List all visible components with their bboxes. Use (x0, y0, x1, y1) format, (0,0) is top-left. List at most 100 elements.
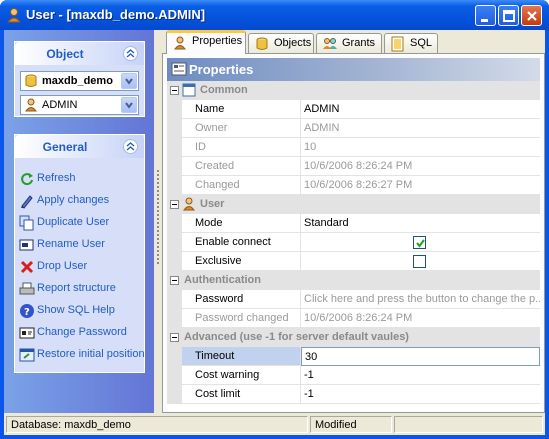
tab-sql[interactable]: SQL (384, 33, 438, 53)
category-common[interactable]: Common (167, 81, 540, 100)
general-group-title: General (42, 140, 88, 154)
restore-initial-position-label: Restore initial position (37, 348, 145, 360)
collapse-chevron-icon[interactable] (123, 46, 138, 61)
tab-objects-label: Objects (274, 37, 312, 49)
property-name: Mode (182, 214, 301, 233)
property-value: 10 (301, 138, 540, 157)
user-icon (6, 8, 22, 23)
checkmark-icon (416, 239, 425, 248)
category-advanced[interactable]: Advanced (use -1 for server default vaul… (167, 328, 540, 347)
close-button[interactable] (521, 5, 542, 26)
database-icon (25, 74, 37, 87)
help-icon: ? (20, 304, 34, 318)
status-database: Database: maxdb_demo (6, 416, 308, 433)
properties-user-icon (174, 36, 186, 50)
category-advanced-label: Advanced (use -1 for server default vaul… (184, 331, 409, 343)
category-user-label: User (200, 198, 225, 210)
category-user[interactable]: User (167, 195, 540, 214)
general-group-header[interactable]: General (15, 135, 144, 158)
collapse-toggle-icon[interactable] (170, 276, 179, 285)
property-value[interactable]: -1 (301, 366, 540, 385)
duplicate-user-label: Duplicate User (37, 216, 110, 228)
tab-properties[interactable]: Properties (166, 30, 246, 54)
object-group-title: Object (46, 47, 84, 61)
category-common-label: Common (200, 84, 248, 96)
property-name: ID (182, 138, 301, 157)
window-title: User - [maxdb_demo.ADMIN] (26, 7, 206, 22)
maximize-button[interactable] (498, 5, 519, 26)
drop-user-label: Drop User (37, 260, 88, 272)
property-value[interactable]: -1 (301, 385, 540, 404)
property-row: ID 10 (167, 138, 540, 157)
property-name: Password (182, 290, 301, 309)
window-client-area: Object maxdb_demo ADMIN General Refresh … (4, 30, 545, 435)
apply-changes-label: Apply changes (37, 194, 110, 206)
property-row[interactable]: Exclusive (167, 252, 540, 271)
title-bar[interactable]: User - [maxdb_demo.ADMIN] (0, 0, 549, 30)
dropdown-arrow-icon[interactable] (121, 73, 137, 89)
exclusive-checkbox[interactable] (413, 255, 426, 268)
property-name: Created (182, 157, 301, 176)
change-password-icon (19, 327, 35, 339)
minimize-button[interactable] (475, 5, 496, 26)
property-value[interactable]: ADMIN (301, 100, 540, 119)
property-row[interactable]: Mode Standard (167, 214, 540, 233)
category-authentication-label: Authentication (184, 274, 261, 286)
tab-strip: Properties Objects Grants SQL (162, 30, 545, 54)
duplicate-user-icon (19, 215, 34, 231)
tab-objects[interactable]: Objects (248, 33, 314, 53)
property-value[interactable]: Standard (301, 214, 540, 233)
property-row: Owner ADMIN (167, 119, 540, 138)
enable-connect-checkbox[interactable] (413, 236, 426, 249)
rename-user-icon (19, 239, 34, 251)
property-value: ADMIN (301, 119, 540, 138)
timeout-input[interactable]: 30 (301, 347, 540, 366)
status-state: Modified (310, 416, 392, 433)
object-group-header[interactable]: Object (15, 42, 144, 65)
property-name: Name (182, 100, 301, 119)
drop-user-icon (20, 260, 34, 274)
report-structure-icon (19, 282, 35, 295)
rename-user-label: Rename User (37, 238, 105, 250)
property-row[interactable]: Cost warning -1 (167, 366, 540, 385)
tab-sql-label: SQL (410, 37, 433, 49)
properties-header-title: Properties (189, 62, 254, 77)
user-category-icon (183, 197, 195, 211)
show-sql-help-label: Show SQL Help (37, 304, 115, 316)
collapse-chevron-icon[interactable] (123, 139, 138, 154)
property-row: Changed 10/6/2006 8:26:27 PM (167, 176, 540, 195)
property-row: Created 10/6/2006 8:26:24 PM (167, 157, 540, 176)
database-combo[interactable]: maxdb_demo (20, 71, 139, 91)
property-value (301, 252, 540, 271)
apply-changes-icon (21, 195, 33, 209)
collapse-toggle-icon[interactable] (170, 86, 179, 95)
property-name: Timeout (182, 347, 301, 366)
collapse-toggle-icon[interactable] (170, 200, 179, 209)
property-value: 10/6/2006 8:26:27 PM (301, 176, 540, 195)
password-value[interactable]: Click here and press the button to chang… (301, 290, 540, 309)
user-editor-window: User - [maxdb_demo.ADMIN] Object maxdb_d… (0, 0, 549, 439)
database-combo-value: maxdb_demo (42, 75, 113, 87)
tab-grants[interactable]: Grants (316, 33, 382, 53)
change-password-label: Change Password (37, 326, 127, 338)
properties-header: Properties (167, 58, 540, 81)
properties-tab-page: Properties Common Name ADMIN Owner ADMIN… (162, 53, 545, 413)
property-row[interactable]: Password Click here and press the button… (167, 290, 540, 309)
minimize-icon (481, 19, 488, 22)
tab-grants-label: Grants (342, 37, 376, 49)
property-row[interactable]: Cost limit -1 (167, 385, 540, 404)
refresh-label: Refresh (37, 172, 76, 184)
property-grid: Common Name ADMIN Owner ADMIN ID 10 Crea… (167, 81, 540, 411)
user-combo[interactable]: ADMIN (20, 95, 139, 115)
pane-splitter[interactable] (154, 30, 162, 413)
collapse-toggle-icon[interactable] (170, 333, 179, 342)
refresh-icon (21, 173, 33, 186)
property-row[interactable]: Name ADMIN (167, 100, 540, 119)
objects-icon (256, 37, 268, 50)
property-row[interactable]: Enable connect (167, 233, 540, 252)
category-authentication[interactable]: Authentication (167, 271, 540, 290)
property-name: Password changed (182, 309, 301, 328)
property-row[interactable]: Timeout 30 (167, 347, 540, 366)
dropdown-arrow-icon[interactable] (121, 97, 137, 113)
property-value: 10/6/2006 8:26:24 PM (301, 309, 540, 328)
